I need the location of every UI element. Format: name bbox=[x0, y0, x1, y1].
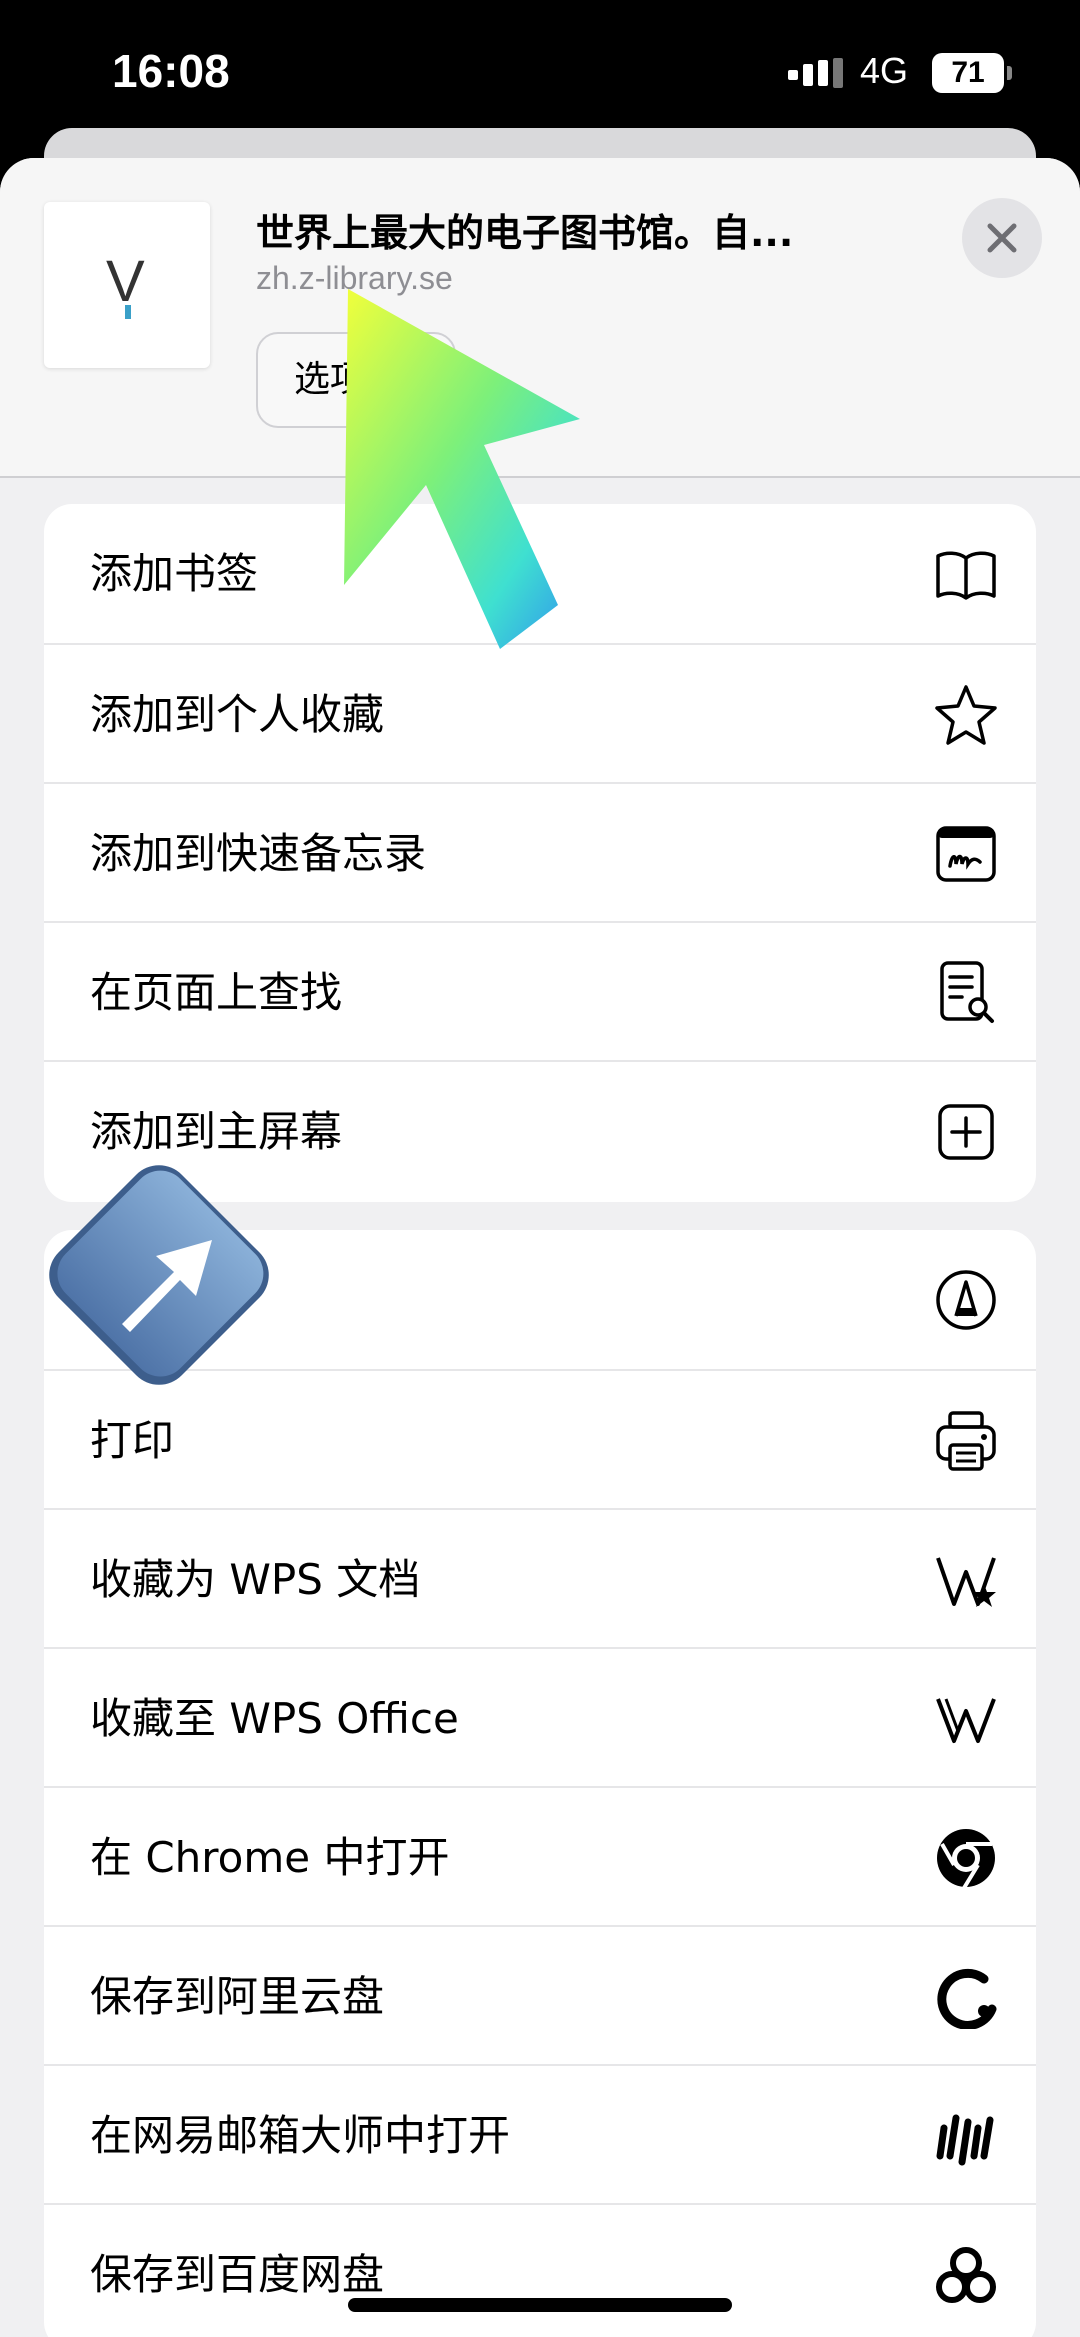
row-label: 收藏为 WPS 文档 bbox=[90, 1555, 421, 1604]
save-to-baidu-netdisk-row[interactable]: 保存到百度网盘 bbox=[44, 2203, 1036, 2337]
wps-doc-icon bbox=[936, 1557, 996, 1607]
row-label: 保存到阿里云盘 bbox=[90, 1972, 385, 2021]
status-time: 16:08 bbox=[112, 45, 230, 97]
baidu-netdisk-icon bbox=[936, 2247, 996, 2303]
row-label: 添加到个人收藏 bbox=[90, 690, 385, 739]
save-to-wps-office-row[interactable]: 收藏至 WPS Office bbox=[44, 1647, 1036, 1786]
wps-office-icon bbox=[936, 1698, 996, 1743]
row-label: 在页面上查找 bbox=[90, 968, 343, 1017]
row-label: 在网易邮箱大师中打开 bbox=[90, 2111, 511, 2160]
find-in-page-icon bbox=[940, 961, 994, 1023]
row-label: 添加到快速备忘录 bbox=[90, 829, 427, 878]
row-label: 打印 bbox=[90, 1416, 175, 1465]
logo-accent bbox=[125, 305, 131, 319]
quick-note-icon bbox=[936, 826, 996, 882]
printer-icon bbox=[936, 1411, 996, 1471]
markup-icon bbox=[936, 1270, 996, 1330]
home-indicator[interactable] bbox=[348, 2298, 732, 2312]
close-button[interactable] bbox=[962, 198, 1042, 278]
page-title: 世界上最大的电子图书馆。自... bbox=[256, 211, 794, 255]
arrow-emoji-icon bbox=[49, 1165, 269, 1385]
actions-group-2: 打印 收藏为 WPS 文档 收藏至 WPS Office 在 Chrome 中打… bbox=[44, 1230, 1036, 2337]
row-label: 添加书签 bbox=[90, 549, 259, 598]
row-label: 收藏至 WPS Office bbox=[90, 1694, 459, 1743]
add-to-favorites-row[interactable]: 添加到个人收藏 bbox=[44, 643, 1036, 782]
row-label: 保存到百度网盘 bbox=[90, 2250, 385, 2299]
add-to-quick-note-row[interactable]: 添加到快速备忘录 bbox=[44, 782, 1036, 921]
open-in-netease-mail-row[interactable]: 在网易邮箱大师中打开 bbox=[44, 2064, 1036, 2203]
save-as-wps-doc-row[interactable]: 收藏为 WPS 文档 bbox=[44, 1508, 1036, 1647]
save-to-aliyun-drive-row[interactable]: 保存到阿里云盘 bbox=[44, 1925, 1036, 2064]
battery-indicator: 71 bbox=[932, 53, 1012, 93]
add-square-icon bbox=[938, 1104, 994, 1160]
status-bar: 16:08 4G 71 bbox=[0, 0, 1080, 140]
open-in-chrome-row[interactable]: 在 Chrome 中打开 bbox=[44, 1786, 1036, 1925]
annotation-arrow-icon bbox=[344, 289, 580, 649]
star-icon bbox=[935, 685, 997, 745]
cellular-signal-icon bbox=[788, 58, 843, 88]
aliyun-drive-icon bbox=[937, 1968, 997, 2029]
book-icon bbox=[936, 551, 996, 600]
chrome-icon bbox=[937, 1829, 995, 1890]
network-type: 4G bbox=[860, 50, 909, 91]
netease-mail-icon bbox=[936, 2114, 994, 2166]
find-on-page-row[interactable]: 在页面上查找 bbox=[44, 921, 1036, 1060]
row-label: 在 Chrome 中打开 bbox=[90, 1833, 450, 1882]
close-icon bbox=[987, 223, 1017, 253]
site-thumbnail: V bbox=[44, 202, 210, 368]
